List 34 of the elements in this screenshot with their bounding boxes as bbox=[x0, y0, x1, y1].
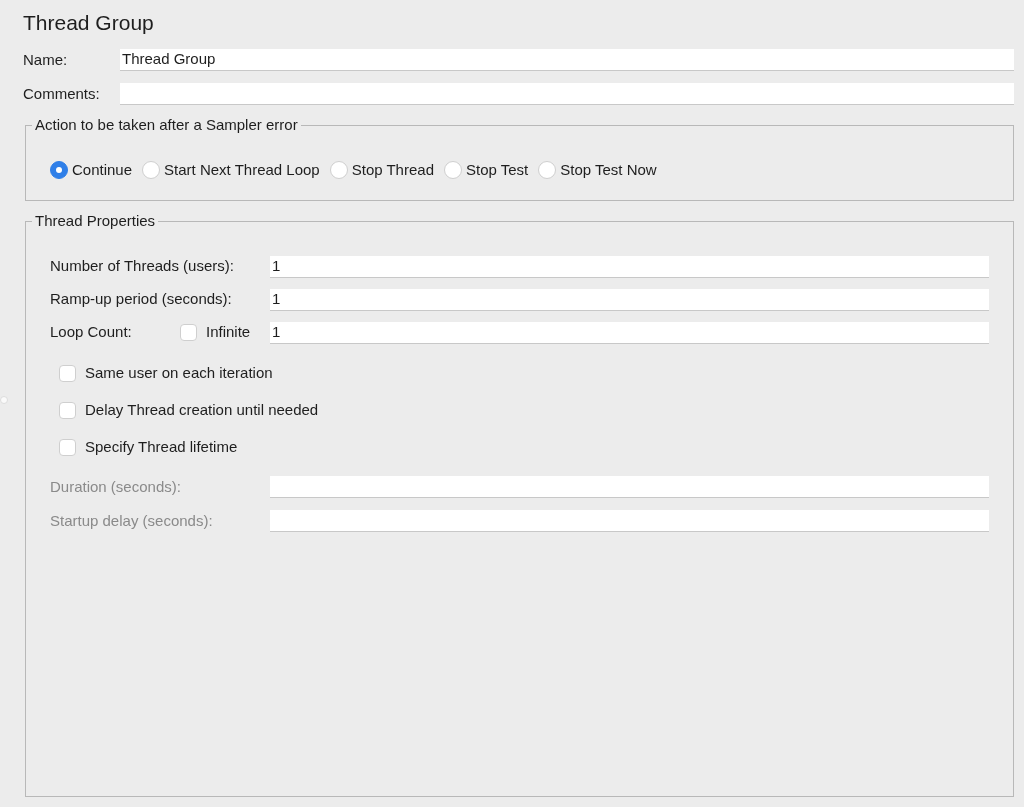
panel-title: Thread Group bbox=[23, 10, 155, 36]
field-label: Comments: bbox=[23, 83, 101, 104]
field-label: Duration (seconds): bbox=[50, 476, 182, 497]
radio-label[interactable]: Stop Test bbox=[466, 159, 529, 182]
text-field[interactable]: Thread Group bbox=[120, 49, 1014, 72]
field-label: Name: bbox=[23, 49, 69, 70]
field-label: Loop Count: bbox=[50, 322, 133, 343]
checkbox-label[interactable]: Same user on each iteration bbox=[85, 362, 273, 385]
radio-label[interactable]: Stop Thread bbox=[351, 159, 434, 182]
radio-button[interactable] bbox=[538, 161, 557, 180]
radio-button[interactable] bbox=[444, 161, 462, 180]
group-title: Action to be taken after a Sampler error bbox=[32, 116, 301, 135]
radio-label[interactable]: Stop Test Now bbox=[560, 159, 657, 182]
checkbox[interactable] bbox=[59, 365, 76, 383]
radio-button[interactable] bbox=[50, 161, 68, 180]
text-field[interactable]: 1 bbox=[270, 255, 989, 278]
checkbox[interactable] bbox=[180, 324, 197, 342]
text-field[interactable] bbox=[120, 83, 1014, 106]
radio-label[interactable]: Continue bbox=[72, 159, 133, 182]
text-field[interactable]: 1 bbox=[270, 288, 989, 311]
field-label: Ramp-up period (seconds): bbox=[50, 289, 233, 310]
radio-button[interactable] bbox=[142, 161, 161, 180]
splitter-handle-icon[interactable] bbox=[0, 396, 8, 404]
checkbox-label[interactable]: Specify Thread lifetime bbox=[85, 436, 238, 459]
field-label: Startup delay (seconds): bbox=[50, 510, 214, 531]
checkbox[interactable] bbox=[59, 439, 76, 457]
checkbox-label[interactable]: Delay Thread creation until needed bbox=[85, 399, 319, 422]
radio-label[interactable]: Start Next Thread Loop bbox=[164, 159, 320, 182]
radio-button[interactable] bbox=[329, 161, 348, 180]
text-field[interactable]: 1 bbox=[270, 321, 989, 344]
checkbox[interactable] bbox=[59, 402, 76, 420]
group-title: Thread Properties bbox=[32, 212, 159, 231]
field-label: Number of Threads (users): bbox=[50, 256, 235, 277]
checkbox-label[interactable]: Infinite bbox=[206, 321, 270, 344]
